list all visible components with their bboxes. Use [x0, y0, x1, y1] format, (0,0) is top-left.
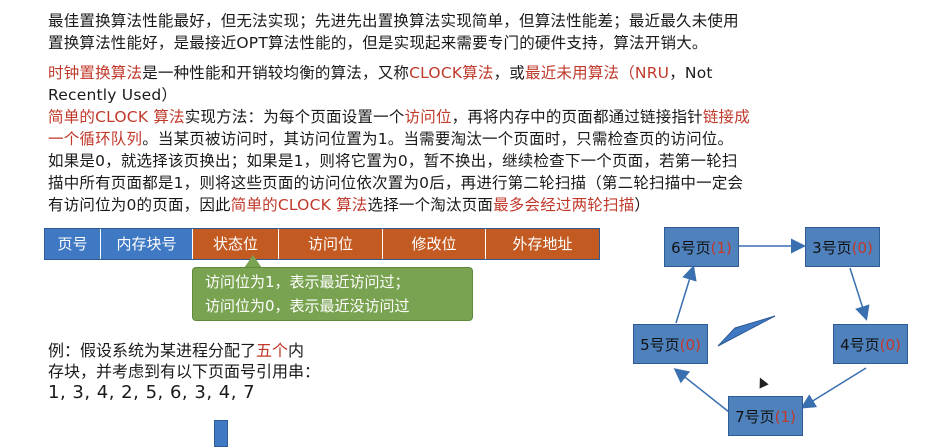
arrow-3-to-4	[849, 267, 870, 321]
node-page-6: 6号页(1)	[664, 227, 739, 267]
clock-hand-pointer	[717, 315, 776, 347]
node-page-5: 5号页(0)	[633, 324, 708, 364]
arrow-4-to-7	[800, 367, 867, 409]
node-page-7: 7号页(1)	[728, 396, 803, 436]
node-page-3: 3号页(0)	[805, 227, 880, 267]
arrow-7-to-5	[673, 368, 730, 413]
node-page-4: 4号页(0)	[833, 324, 908, 364]
arrow-5-to-6	[675, 265, 697, 324]
clock-arrows	[673, 238, 870, 413]
